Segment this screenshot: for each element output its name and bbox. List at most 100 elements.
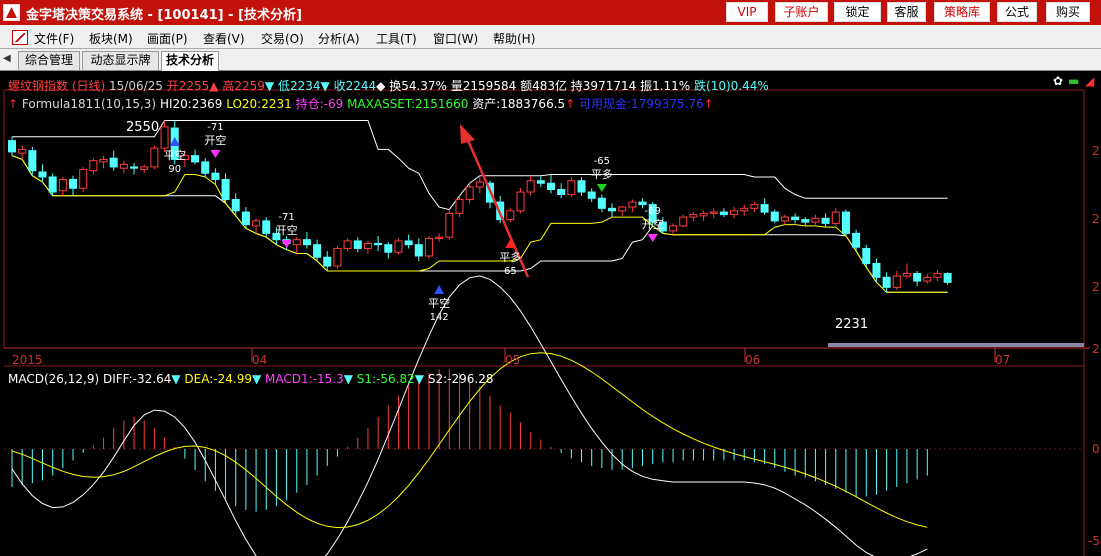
candle [394, 238, 403, 255]
signal-value: -65 [594, 156, 610, 167]
tab-comprehensive[interactable]: 综合管理 [18, 51, 80, 70]
candle-body [455, 199, 464, 214]
candle-body [933, 273, 942, 278]
candle-body [526, 180, 535, 193]
candle-body [292, 239, 301, 246]
sub-account-button[interactable]: 子账户 [775, 2, 828, 22]
menu-file[interactable]: 文件(F) [34, 30, 74, 47]
menu-analysis[interactable]: 分析(A) [318, 30, 360, 47]
down-tick-icon: ▼ [171, 372, 181, 386]
buy-signal-icon [434, 285, 445, 294]
candle-body [547, 182, 556, 191]
candle [38, 164, 47, 182]
candle [699, 210, 708, 221]
menu-trade[interactable]: 交易(O) [261, 30, 304, 47]
signal-label: 平多 [499, 250, 521, 264]
candle-body [313, 244, 322, 258]
sell-signal-icon [281, 240, 292, 248]
price-axis-tick: 2 [1092, 144, 1100, 158]
candle [709, 208, 718, 219]
candle-body [669, 225, 678, 232]
candle-body [943, 273, 952, 283]
candle [831, 208, 840, 226]
candle-body [780, 216, 789, 222]
high-value: 高2259 [222, 79, 265, 93]
buy-button[interactable]: 购买 [1046, 2, 1090, 22]
candle [109, 150, 118, 171]
time-axis-label: 04 [252, 353, 268, 367]
time-axis-label: 07 [995, 353, 1011, 367]
chart-area[interactable]: 开空 -71 开空 -71 平空 90 平空 142 平多 65 平多 -65 开空 -69 螺纹钢指数 … [0, 72, 1101, 556]
candle [841, 209, 850, 236]
cash-value: 可用现金:1799375.76 [579, 97, 704, 111]
candle-body [831, 211, 840, 224]
candle-body [69, 178, 78, 189]
candle-body [852, 232, 861, 248]
candle [130, 163, 139, 175]
collapse-icon[interactable]: ◢ [1085, 74, 1094, 88]
candle-body [424, 237, 433, 257]
candle-body [394, 240, 403, 253]
candle-body [587, 191, 596, 199]
candle [547, 174, 556, 194]
candle [363, 240, 372, 254]
s1-value: S1:-56.82 [356, 372, 415, 386]
candle-body [99, 158, 108, 163]
candle [862, 244, 871, 268]
asset-value: 资产:1883766.5 [472, 97, 566, 111]
macd-name: MACD(26,12,9) [8, 372, 100, 386]
candlestick-chart[interactable]: 开空-71开空-71平空90平空142平多65平多-65开空-69 [0, 72, 1101, 556]
time-axis-label: 05 [505, 353, 521, 367]
menu-view-frame[interactable]: 画面(P) [147, 30, 188, 47]
candle-body [28, 150, 37, 172]
annotation-arrow-head [460, 124, 475, 144]
candle-body [262, 220, 271, 234]
candle-body [689, 214, 698, 218]
tab-scroll-left-icon[interactable]: ◀ [3, 53, 11, 64]
formula-info-row: ↑ Formula1811(10,15,3) HI20:2369 LO20:22… [8, 95, 714, 112]
vip-button[interactable]: VIP [726, 2, 768, 22]
candle [48, 173, 57, 196]
sell-signal-icon [596, 184, 607, 192]
tab-dynamic-board[interactable]: 动态显示牌 [82, 51, 159, 70]
lock-button[interactable]: 锁定 [834, 2, 881, 22]
down-tick-icon: ▼ [320, 79, 330, 93]
macd-axis-tick: 0 [1092, 442, 1100, 456]
menu-window[interactable]: 窗口(W) [433, 30, 478, 47]
open-value: 开2255 [166, 79, 210, 93]
candle-body [506, 210, 515, 221]
menu-sector[interactable]: 板块(M) [89, 30, 133, 47]
expand-icon[interactable]: ▬ [1068, 74, 1079, 88]
formula-button[interactable]: 公式 [997, 2, 1037, 22]
strategy-library-button[interactable]: 策略库 [934, 2, 990, 22]
menu-view[interactable]: 查看(V) [203, 30, 245, 47]
candle-body [760, 204, 769, 213]
candle-body [557, 189, 566, 196]
macd-info-row: MACD(26,12,9) DIFF:-32.64▼ DEA:-24.99▼ M… [8, 372, 493, 386]
candle [374, 235, 383, 251]
up-arrow-icon: ↑ [565, 97, 576, 111]
candle-body [221, 178, 230, 201]
menu-help[interactable]: 帮助(H) [493, 30, 535, 47]
trade-signal: 平多-65 [591, 156, 613, 192]
candle [201, 158, 210, 177]
candle-body [475, 181, 484, 188]
candle-body [231, 199, 240, 212]
candle [618, 205, 627, 216]
candle [119, 160, 128, 174]
quote-info-row: 螺纹钢指数 (日线) 15/06/25 开2255▲ 高2259▼ 低2234▼… [8, 77, 769, 94]
menu-tools[interactable]: 工具(T) [376, 30, 417, 47]
candle [628, 199, 637, 213]
settings-icon[interactable]: ✿ [1053, 74, 1063, 88]
sell-signal-icon [647, 234, 658, 242]
candle [679, 214, 688, 228]
candle [252, 218, 261, 234]
candle [58, 176, 67, 196]
candle-body [384, 244, 393, 253]
candle [424, 235, 433, 259]
tab-technical-analysis[interactable]: 技术分析 [161, 51, 219, 71]
document-icon[interactable] [12, 30, 28, 45]
support-button[interactable]: 客服 [887, 2, 926, 22]
candle [69, 175, 78, 196]
candle-body [902, 273, 911, 277]
